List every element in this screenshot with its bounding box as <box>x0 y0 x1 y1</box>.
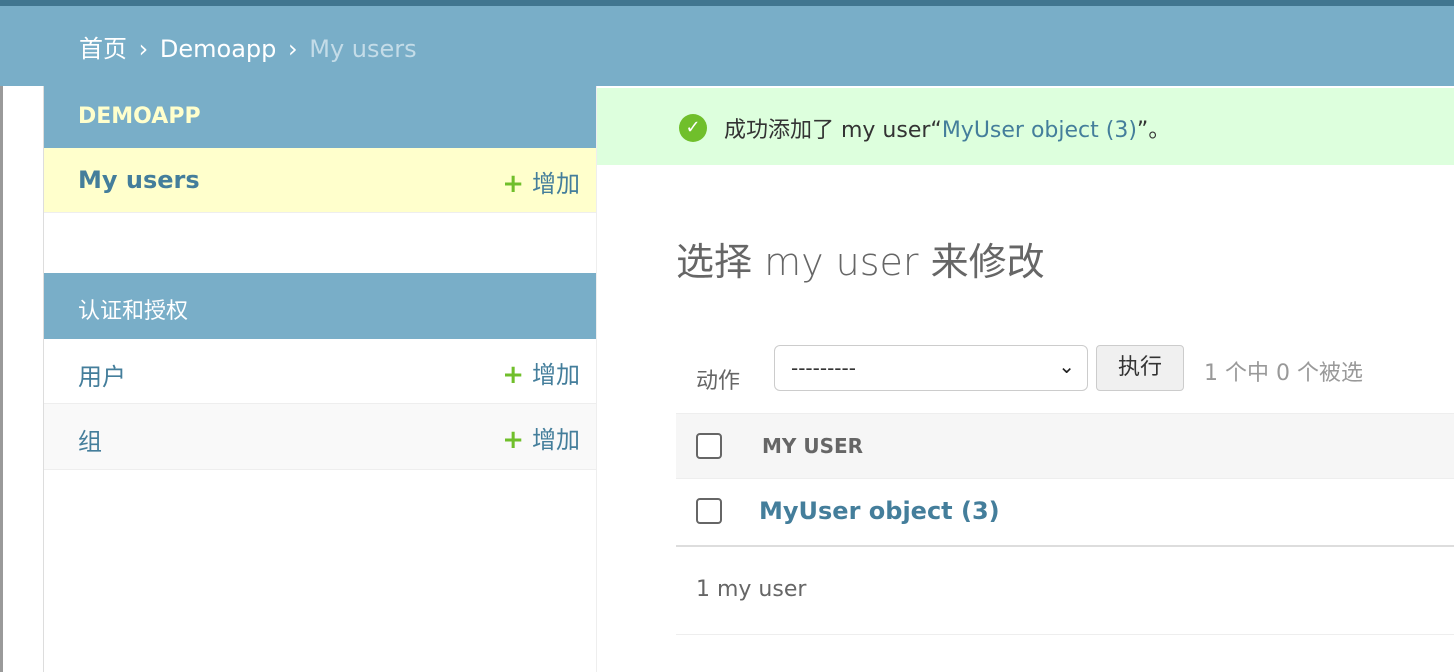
sidebar-item-my-users: My users + 增加 <box>44 148 596 213</box>
table-header: MY USER <box>676 413 1454 479</box>
sidebar-item-label[interactable]: 组 <box>78 428 102 456</box>
app-caption-demoapp[interactable]: DEMOAPP <box>44 86 596 148</box>
plus-icon: + <box>502 169 524 199</box>
action-select-value: --------- <box>791 356 856 380</box>
message-prefix: 成功添加了 my user“ <box>724 118 942 143</box>
message-object-link[interactable]: MyUser object (3) <box>942 118 1137 143</box>
result-count: 1 my user <box>696 577 807 602</box>
add-my-user-link[interactable]: + 增加 <box>502 164 580 199</box>
selected-count: 1 个中 0 个被选 <box>1204 361 1363 386</box>
plus-icon: + <box>502 360 524 390</box>
breadcrumb-separator: › <box>138 35 149 63</box>
nav-sidebar-toggle[interactable] <box>0 86 44 672</box>
success-message: ✓ 成功添加了 my user“MyUser object (3)”。 <box>597 88 1454 165</box>
add-label: 增加 <box>532 426 580 454</box>
add-label: 增加 <box>532 361 580 389</box>
success-check-icon: ✓ <box>679 114 707 142</box>
sidebar-item-label[interactable]: 用户 <box>78 363 126 391</box>
go-button[interactable]: 执行 <box>1096 345 1184 391</box>
breadcrumb-current: My users <box>309 35 417 63</box>
action-select[interactable]: --------- ⌄ <box>774 345 1088 391</box>
table-row: MyUser object (3) <box>676 479 1454 547</box>
action-bar: 动作 --------- ⌄ 执行 1 个中 0 个被选 <box>676 345 1454 413</box>
breadcrumb-app-link[interactable]: Demoapp <box>160 35 276 63</box>
add-user-link[interactable]: + 增加 <box>502 355 580 390</box>
message-suffix: ”。 <box>1136 118 1171 143</box>
main-content: 选择 my user 来修改 动作 --------- ⌄ 执行 1 个中 0 … <box>676 165 1454 672</box>
paginator: 1 my user <box>676 547 1454 635</box>
message-text: 成功添加了 my user“MyUser object (3)”。 <box>724 118 1170 143</box>
breadcrumb-separator: › <box>288 35 298 63</box>
app-caption-auth[interactable]: 认证和授权 <box>44 273 596 339</box>
plus-icon: + <box>502 425 524 455</box>
sidebar: DEMOAPP My users + 增加 认证和授权 用户 + 增加 组 + 增加 <box>44 86 597 672</box>
select-all-checkbox[interactable] <box>696 433 722 459</box>
result-table: MY USER MyUser object (3) 1 my user <box>676 413 1454 635</box>
chevron-down-icon: ⌄ <box>1058 354 1075 378</box>
sidebar-item-label[interactable]: My users <box>78 166 200 194</box>
sidebar-item-groups: 组 + 增加 <box>44 404 596 470</box>
breadcrumb: 首页 › Demoapp › My users <box>0 6 1454 86</box>
add-group-link[interactable]: + 增加 <box>502 420 580 455</box>
column-header-my-user[interactable]: MY USER <box>762 434 863 458</box>
add-label: 增加 <box>532 170 580 198</box>
page-title: 选择 my user 来修改 <box>676 240 1045 284</box>
sidebar-item-users: 用户 + 增加 <box>44 339 596 404</box>
row-object-link[interactable]: MyUser object (3) <box>759 497 1000 525</box>
row-checkbox[interactable] <box>696 498 722 524</box>
breadcrumb-home-link[interactable]: 首页 <box>79 35 127 63</box>
action-label: 动作 <box>696 369 741 394</box>
